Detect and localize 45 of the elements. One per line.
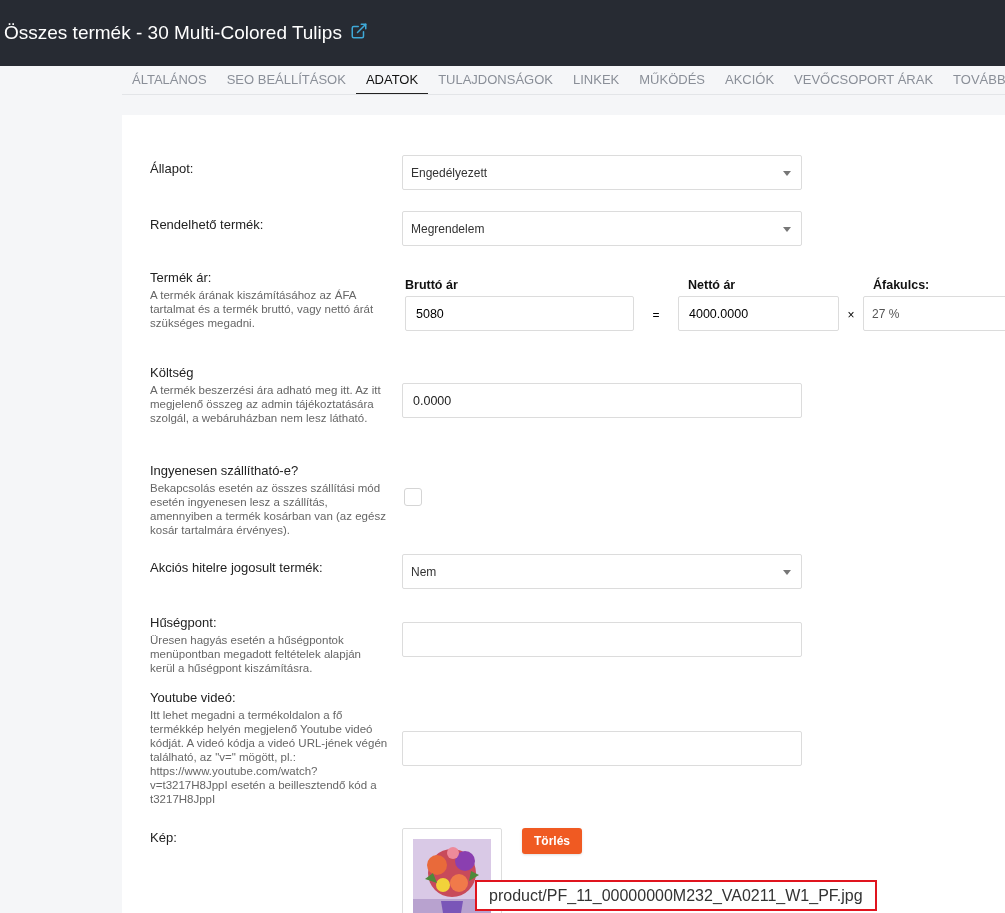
select-field[interactable]: Nem	[402, 554, 802, 589]
delete-button[interactable]: Törlés	[522, 828, 582, 854]
tab[interactable]: MŰKÖDÉS	[629, 66, 715, 94]
tab[interactable]: AKCIÓK	[715, 66, 785, 94]
help-text: Üresen hagyás esetén a hűségpontok menüpontban megadott feltételek alapján kerül a hűségpont kiszámításra.	[150, 633, 362, 675]
help-text: Bekapcsolás esetén az összes szállítási mód esetén ingyenesen lesz a szállítás, amennyiben a termék kosárban van (az egész kosár tartalmára érvényes).	[150, 481, 387, 537]
field-label: Termék ár:	[150, 270, 213, 286]
equals-sign: =	[651, 307, 661, 324]
tab[interactable]: TOVÁBB	[943, 66, 1005, 94]
caret-icon	[783, 227, 791, 232]
field-heading: Áfakulcs:	[872, 276, 931, 294]
tab[interactable]: ÁLTALÁNOS	[122, 66, 217, 94]
field-heading: Bruttó ár	[405, 277, 459, 294]
input-field[interactable]	[402, 731, 802, 766]
checkbox[interactable]	[404, 488, 422, 506]
field-label: Kép:	[150, 830, 178, 846]
vat-field[interactable]: 27 %	[863, 296, 1005, 331]
select-field[interactable]: Megrendelem	[402, 211, 802, 246]
input-field[interactable]	[402, 622, 802, 657]
multiply-sign: ×	[846, 307, 856, 324]
field-label: Állapot:	[150, 161, 195, 177]
tab[interactable]: VEVŐCSOPORT ÁRAK	[784, 66, 944, 94]
field-label: Költség	[150, 365, 195, 381]
tab[interactable]: TULAJDONSÁGOK	[428, 66, 563, 94]
field-heading: Nettó ár	[687, 277, 737, 294]
caret-icon	[783, 171, 791, 176]
caret-icon	[783, 570, 791, 575]
external-link-icon[interactable]	[349, 22, 368, 40]
tab[interactable]: SEO BEÁLLÍTÁSOK	[216, 66, 356, 94]
filename-tooltip: product/PF_11_00000000M232_VA0211_W1_PF.jpg	[475, 880, 877, 911]
field-label: Akciós hitelre jogosult termék:	[150, 560, 324, 576]
field-label: Hűségpont:	[150, 615, 218, 631]
select-field[interactable]: Engedélyezett	[402, 155, 802, 190]
tab[interactable]: LINKEK	[563, 66, 630, 94]
tab[interactable]: ADATOK	[355, 66, 429, 94]
field-label: Rendelhető termék:	[150, 217, 265, 233]
input-field[interactable]: 4000.0000	[678, 296, 839, 331]
field-label: Youtube videó:	[150, 690, 237, 706]
field-label: Ingyenesen szállítható-e?	[150, 463, 300, 479]
input-field[interactable]: 5080	[405, 296, 634, 331]
page-title: Összes termék - 30 Multi-Colored Tulips	[4, 20, 342, 45]
input-field[interactable]: 0.0000	[402, 383, 802, 418]
help-text: A termék árának kiszámításához az ÁFA tartalmat és a termék bruttó, vagy nettó árát szükséges megadni.	[150, 288, 375, 330]
help-text: A termék beszerzési ára adható meg itt. Az itt megjelenő összeg az admin tájékoztatására szolgál, a webáruházban nem lesz látható.	[150, 383, 382, 425]
help-text: Itt lehet megadni a termékoldalon a fő termékkép helyén megjelenő Youtube videó kódját. A videó kódja a videó URL-jének végén található, az "v=" mögött, pl.: https://www.youtube.com/watch?v=t3217H8JppI esetén a beillesztendő kód a t3217H8JppI	[150, 708, 388, 806]
